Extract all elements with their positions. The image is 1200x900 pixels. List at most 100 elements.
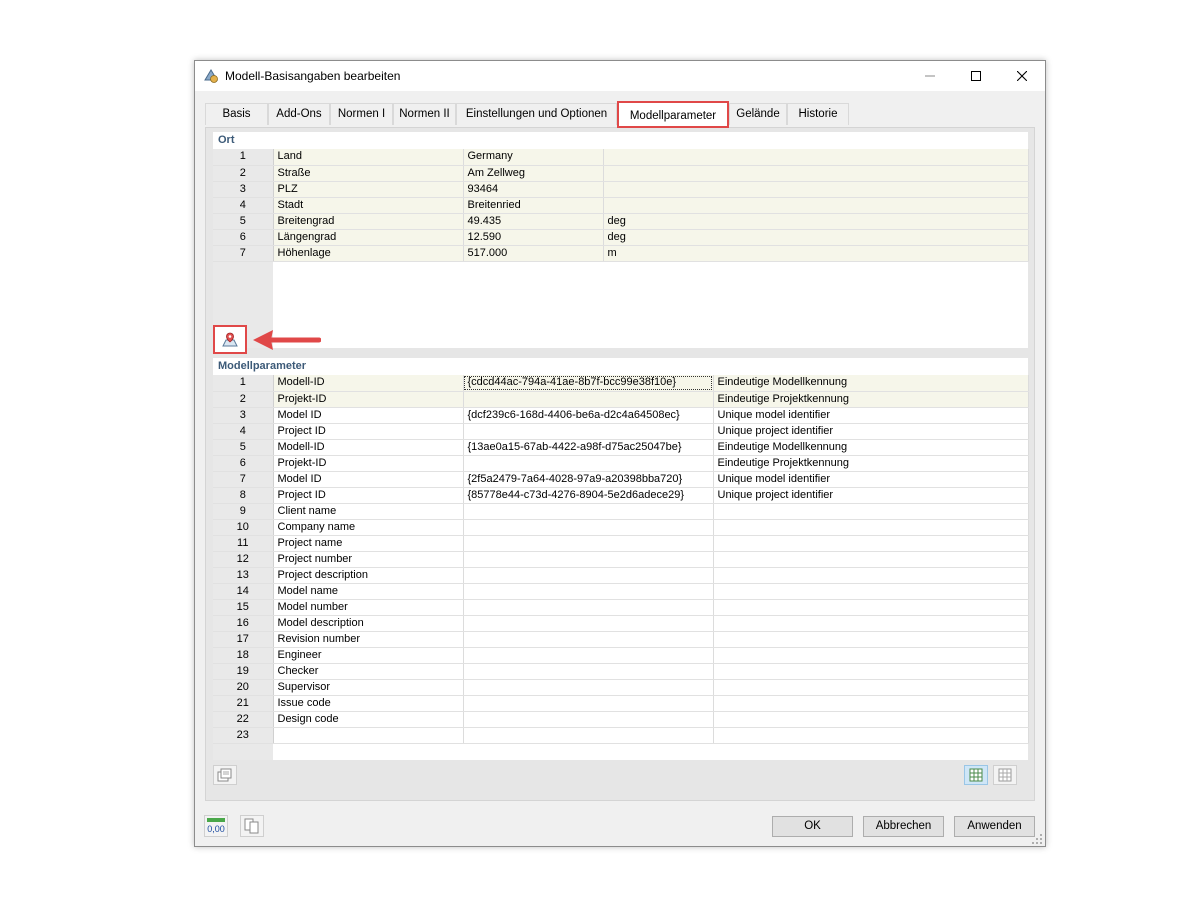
param-description-cell[interactable] xyxy=(713,647,1029,664)
param-value-cell[interactable] xyxy=(463,519,714,536)
param-name-cell[interactable]: Client name xyxy=(273,503,464,520)
cancel-button[interactable]: Abbrechen xyxy=(863,816,944,837)
param-description-cell[interactable] xyxy=(713,583,1029,600)
param-description-cell[interactable] xyxy=(713,567,1029,584)
tab-normen-1[interactable]: Normen I xyxy=(330,103,393,125)
param-name-cell[interactable]: Checker xyxy=(273,663,464,680)
param-value-cell[interactable] xyxy=(463,615,714,632)
param-description-cell[interactable] xyxy=(713,519,1029,536)
param-value-cell[interactable]: Breitenried xyxy=(463,197,604,214)
location-map-button[interactable] xyxy=(213,325,247,354)
param-description-cell[interactable] xyxy=(713,711,1029,728)
ort-row[interactable]: 4 Stadt Breitenried xyxy=(213,197,1029,214)
tab-modellparameter[interactable]: Modellparameter xyxy=(617,101,729,128)
param-name-cell[interactable]: Engineer xyxy=(273,647,464,664)
param-name-cell[interactable]: Stadt xyxy=(273,197,464,214)
param-value-cell[interactable] xyxy=(463,423,714,440)
param-name-cell[interactable]: Model ID xyxy=(273,407,464,424)
excel-export-button[interactable] xyxy=(964,765,988,785)
param-description-cell[interactable]: Eindeutige Projektkennung xyxy=(713,391,1029,408)
param-name-cell[interactable] xyxy=(273,727,464,744)
param-value-cell[interactable] xyxy=(463,391,714,408)
param-row[interactable]: 14 Model name xyxy=(213,583,1029,600)
param-value-cell[interactable] xyxy=(463,647,714,664)
param-row[interactable]: 13 Project description xyxy=(213,567,1029,584)
param-name-cell[interactable]: Breitengrad xyxy=(273,213,464,230)
tab-gelaende[interactable]: Gelände xyxy=(729,103,787,125)
param-description-cell[interactable] xyxy=(713,631,1029,648)
param-name-cell[interactable]: Straße xyxy=(273,165,464,182)
table-export-button[interactable] xyxy=(993,765,1017,785)
param-description-cell[interactable]: Eindeutige Projektkennung xyxy=(713,455,1029,472)
param-description-cell[interactable]: Unique model identifier xyxy=(713,471,1029,488)
param-name-cell[interactable]: Revision number xyxy=(273,631,464,648)
import-parameters-button[interactable] xyxy=(213,765,237,785)
param-value-cell[interactable] xyxy=(463,583,714,600)
decimal-places-button[interactable]: 0,00 xyxy=(204,815,228,837)
param-name-cell[interactable]: Model name xyxy=(273,583,464,600)
param-row[interactable]: 7 Model ID {2f5a2479-7a64-4028-97a9-a20398… xyxy=(213,471,1029,488)
param-unit-cell[interactable]: deg xyxy=(603,229,1029,246)
param-name-cell[interactable]: Projekt-ID xyxy=(273,391,464,408)
tab-einstellungen[interactable]: Einstellungen und Optionen xyxy=(456,103,617,125)
ort-row[interactable]: 7 Höhenlage 517.000 m xyxy=(213,245,1029,262)
param-name-cell[interactable]: Model number xyxy=(273,599,464,616)
param-value-cell[interactable] xyxy=(463,535,714,552)
param-row[interactable]: 19 Checker xyxy=(213,663,1029,680)
param-description-cell[interactable] xyxy=(713,551,1029,568)
ort-row[interactable]: 1 Land Germany xyxy=(213,149,1029,166)
param-row[interactable]: 22 Design code xyxy=(213,711,1029,728)
param-row[interactable]: 10 Company name xyxy=(213,519,1029,536)
param-description-cell[interactable]: Eindeutige Modellkennung xyxy=(713,375,1029,392)
param-name-cell[interactable]: Land xyxy=(273,149,464,166)
param-row[interactable]: 17 Revision number xyxy=(213,631,1029,648)
param-row[interactable]: 21 Issue code xyxy=(213,695,1029,712)
param-unit-cell[interactable] xyxy=(603,197,1029,214)
param-row[interactable]: 16 Model description xyxy=(213,615,1029,632)
param-value-cell[interactable]: Germany xyxy=(463,149,604,166)
minimize-button[interactable] xyxy=(907,61,953,91)
close-button[interactable] xyxy=(999,61,1045,91)
param-name-cell[interactable]: Projekt-ID xyxy=(273,455,464,472)
param-value-cell[interactable]: {85778e44-c73d-4276-8904-5e2d6adece29} xyxy=(463,487,714,504)
param-row[interactable]: 6 Projekt-ID Eindeutige Projektkennung xyxy=(213,455,1029,472)
param-unit-cell[interactable] xyxy=(603,181,1029,198)
param-description-cell[interactable] xyxy=(713,535,1029,552)
param-name-cell[interactable]: Model description xyxy=(273,615,464,632)
param-unit-cell[interactable]: deg xyxy=(603,213,1029,230)
param-description-cell[interactable]: Unique project identifier xyxy=(713,487,1029,504)
ort-row[interactable]: 6 Längengrad 12.590 deg xyxy=(213,229,1029,246)
param-value-cell[interactable]: 93464 xyxy=(463,181,604,198)
param-value-cell[interactable]: {cdcd44ac-794a-41ae-8b7f-bcc99e38f10e} xyxy=(463,375,714,392)
param-value-cell[interactable] xyxy=(463,679,714,696)
ort-row[interactable]: 3 PLZ 93464 xyxy=(213,181,1029,198)
param-name-cell[interactable]: Längengrad xyxy=(273,229,464,246)
param-row[interactable]: 12 Project number xyxy=(213,551,1029,568)
param-value-cell[interactable] xyxy=(463,503,714,520)
param-row[interactable]: 5 Modell-ID {13ae0a15-67ab-4422-a98f-d75ac… xyxy=(213,439,1029,456)
param-value-cell[interactable] xyxy=(463,567,714,584)
param-row[interactable]: 15 Model number xyxy=(213,599,1029,616)
param-value-cell[interactable] xyxy=(463,631,714,648)
param-value-cell[interactable]: 49.435 xyxy=(463,213,604,230)
param-name-cell[interactable]: Company name xyxy=(273,519,464,536)
param-row[interactable]: 23 xyxy=(213,727,1029,744)
param-description-cell[interactable] xyxy=(713,695,1029,712)
param-row[interactable]: 9 Client name xyxy=(213,503,1029,520)
param-value-cell[interactable] xyxy=(463,599,714,616)
param-value-cell[interactable] xyxy=(463,663,714,680)
param-value-cell[interactable]: {2f5a2479-7a64-4028-97a9-a20398bba720} xyxy=(463,471,714,488)
param-unit-cell[interactable] xyxy=(603,165,1029,182)
param-name-cell[interactable]: Model ID xyxy=(273,471,464,488)
param-value-cell[interactable] xyxy=(463,551,714,568)
param-description-cell[interactable] xyxy=(713,503,1029,520)
ort-row[interactable]: 5 Breitengrad 49.435 deg xyxy=(213,213,1029,230)
param-name-cell[interactable]: Modell-ID xyxy=(273,439,464,456)
tab-add-ons[interactable]: Add-Ons xyxy=(268,103,330,125)
param-value-cell[interactable]: {13ae0a15-67ab-4422-a98f-d75ac25047be} xyxy=(463,439,714,456)
param-description-cell[interactable]: Unique project identifier xyxy=(713,423,1029,440)
tab-basis[interactable]: Basis xyxy=(205,103,268,125)
tab-historie[interactable]: Historie xyxy=(787,103,849,125)
param-name-cell[interactable]: Project description xyxy=(273,567,464,584)
ok-button[interactable]: OK xyxy=(772,816,853,837)
